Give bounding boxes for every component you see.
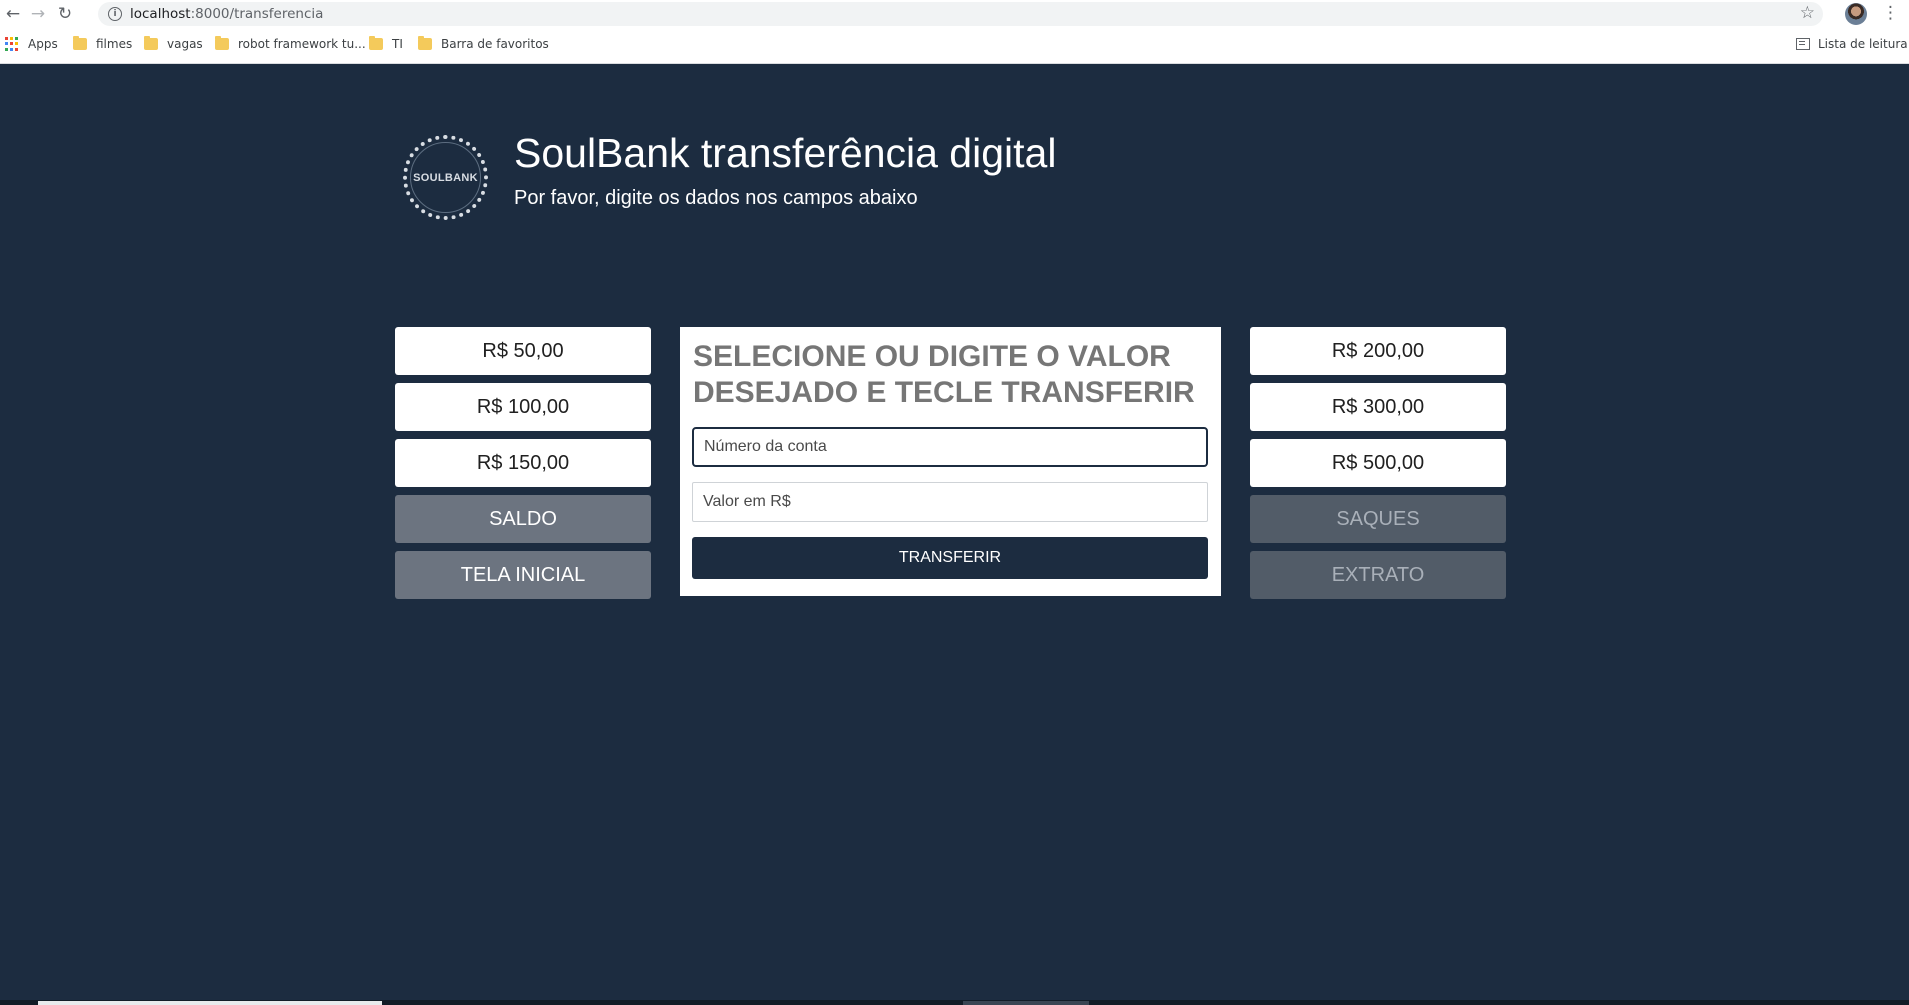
reading-list-label: Lista de leitura	[1818, 37, 1908, 51]
logo-text: SOULBANK	[413, 171, 478, 184]
url-path: :8000/transferencia	[190, 6, 324, 22]
apps-grid-icon	[5, 37, 19, 51]
tela-inicial-button[interactable]: TELA INICIAL	[395, 551, 651, 599]
amount-150-button[interactable]: R$ 150,00	[395, 439, 651, 487]
saldo-button[interactable]: SALDO	[395, 495, 651, 543]
page-subtitle: Por favor, digite os dados nos campos ab…	[514, 187, 918, 209]
reload-icon[interactable]: ↻	[54, 3, 76, 25]
account-number-input[interactable]	[692, 427, 1208, 467]
reading-list-icon	[1796, 38, 1810, 50]
info-icon[interactable]: i	[108, 7, 122, 21]
browser-toolbar: ← → ↻ i localhost:8000/transferencia ☆ ⋮	[0, 0, 1909, 28]
amount-200-button[interactable]: R$ 200,00	[1250, 327, 1506, 375]
forward-arrow-icon[interactable]: →	[27, 3, 49, 25]
folder-icon	[369, 36, 383, 50]
url-host: localhost	[130, 6, 191, 22]
bookmarks-bar: Apps filmes vagas robot framework tu... …	[0, 28, 1909, 64]
amount-50-button[interactable]: R$ 50,00	[395, 327, 651, 375]
soulbank-logo: SOULBANK	[403, 135, 488, 220]
bookmark-label: vagas	[167, 37, 203, 51]
amount-500-button[interactable]: R$ 500,00	[1250, 439, 1506, 487]
folder-icon	[215, 36, 229, 50]
saques-button[interactable]: SAQUES	[1250, 495, 1506, 543]
amount-100-button[interactable]: R$ 100,00	[395, 383, 651, 431]
bookmark-barra-de-favoritos[interactable]: Barra de favoritos	[418, 36, 549, 51]
page-title: SoulBank transferência digital	[514, 130, 1057, 176]
bookmark-ti[interactable]: TI	[369, 36, 403, 51]
bookmark-label: filmes	[96, 37, 133, 51]
amount-300-button[interactable]: R$ 300,00	[1250, 383, 1506, 431]
amount-input[interactable]	[692, 482, 1208, 522]
bookmark-label: Apps	[28, 37, 58, 51]
folder-icon	[418, 36, 432, 50]
star-icon[interactable]: ☆	[1800, 3, 1815, 23]
bookmark-robot-framework[interactable]: robot framework tu...	[215, 36, 366, 51]
extrato-button[interactable]: EXTRATO	[1250, 551, 1506, 599]
avatar[interactable]	[1845, 3, 1867, 25]
bookmark-apps[interactable]: Apps	[5, 37, 58, 51]
menu-kebab-icon[interactable]: ⋮	[1882, 3, 1899, 23]
transfer-form-panel: SELECIONE OU DIGITE O VALOR DESEJADO E T…	[680, 327, 1221, 596]
bookmark-filmes[interactable]: filmes	[73, 36, 133, 51]
bookmark-label: Barra de favoritos	[441, 37, 549, 51]
address-bar[interactable]: i localhost:8000/transferencia ☆	[98, 2, 1823, 26]
back-arrow-icon[interactable]: ←	[2, 3, 24, 25]
bookmark-vagas[interactable]: vagas	[144, 36, 203, 51]
transfer-button[interactable]: TRANSFERIR	[692, 537, 1208, 579]
folder-icon	[144, 36, 158, 50]
bookmark-label: robot framework tu...	[238, 37, 366, 51]
url-text[interactable]: localhost:8000/transferencia	[130, 6, 323, 22]
horizontal-scrollbar-thumb[interactable]	[38, 1001, 382, 1005]
reading-list-button[interactable]: Lista de leitura	[1796, 37, 1908, 51]
panel-heading: SELECIONE OU DIGITE O VALOR DESEJADO E T…	[693, 340, 1195, 409]
horizontal-scrollbar-marker	[963, 1001, 1089, 1005]
folder-icon	[73, 36, 87, 50]
bookmark-label: TI	[392, 37, 403, 51]
